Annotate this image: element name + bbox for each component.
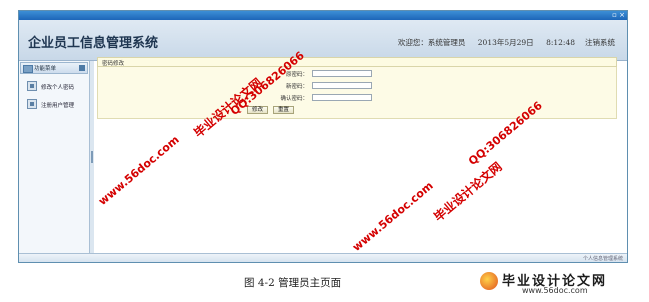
sidebar-header-label: 功能菜单 (34, 66, 57, 72)
current-time: 8:12:48 (546, 38, 575, 47)
reset-button[interactable]: 重置 (273, 106, 295, 114)
logout-link[interactable]: 注销系统 (585, 37, 615, 48)
panel-header: 密码修改 (97, 57, 617, 67)
new-password-input[interactable] (312, 82, 372, 89)
logo-url: www.56doc.com (522, 286, 588, 295)
app-header: 企业员工信息管理系统 欢迎您：系统管理员 2013年5月29日 8:12:48 … (19, 20, 627, 61)
menu-folder-icon (23, 65, 33, 73)
welcome-text: 欢迎您：系统管理员 (397, 38, 466, 47)
sidebar-header[interactable]: 功能菜单 (20, 62, 88, 74)
old-password-input[interactable] (312, 70, 372, 77)
sidebar-item-label: 注册用户管理 (41, 103, 75, 109)
status-text: 个人信息管理系统 (582, 256, 623, 262)
new-password-label: 新密码： (285, 84, 308, 90)
logo-name: 毕业设计论文网 (502, 274, 608, 289)
current-date: 2013年5月29日 (477, 38, 534, 47)
submit-button[interactable]: 修改 (247, 106, 269, 114)
window-controls[interactable]: ▫ × (612, 11, 625, 20)
sidebar: 功能菜单 修改个人密码 注册用户管理 (19, 61, 90, 254)
sidebar-item-user-management[interactable]: 注册用户管理 (27, 99, 87, 111)
watermark-logo: 毕业设计论文网 www.56doc.com (478, 268, 646, 298)
sidebar-splitter[interactable] (90, 61, 94, 254)
form-row-confirm-password: 确认密码： (202, 94, 402, 102)
old-password-label: 原密码： (285, 72, 308, 78)
collapse-toggle-icon[interactable] (79, 65, 85, 71)
form-row-new-password: 新密码： (202, 82, 402, 90)
users-icon (27, 99, 37, 109)
app-title: 企业员工信息管理系统 (28, 36, 159, 51)
sidebar-item-label: 修改个人密码 (41, 85, 75, 91)
sidebar-item-change-password[interactable]: 修改个人密码 (27, 81, 87, 93)
confirm-password-label: 确认密码： (280, 96, 308, 102)
status-bar: 个人信息管理系统 (19, 253, 627, 262)
logo-emblem-icon (480, 272, 498, 290)
window-titlebar: ▫ × (19, 11, 627, 20)
form-row-old-password: 原密码： (202, 70, 402, 78)
panel-title: 密码修改 (102, 61, 125, 67)
password-icon (27, 81, 37, 91)
figure-caption: 图 4-2 管理员主页面 (244, 277, 342, 289)
splitter-grip-icon[interactable] (91, 151, 93, 163)
confirm-password-input[interactable] (312, 94, 372, 101)
password-form: 原密码： 新密码： 确认密码： (97, 67, 617, 119)
main-content: 密码修改 原密码： 新密码： 确认密码： 修改 重置 (97, 57, 617, 254)
header-info: 欢迎您：系统管理员 2013年5月29日 8:12:48 (388, 37, 575, 48)
app-window: ▫ × 企业员工信息管理系统 欢迎您：系统管理员 2013年5月29日 8:12… (18, 10, 628, 263)
